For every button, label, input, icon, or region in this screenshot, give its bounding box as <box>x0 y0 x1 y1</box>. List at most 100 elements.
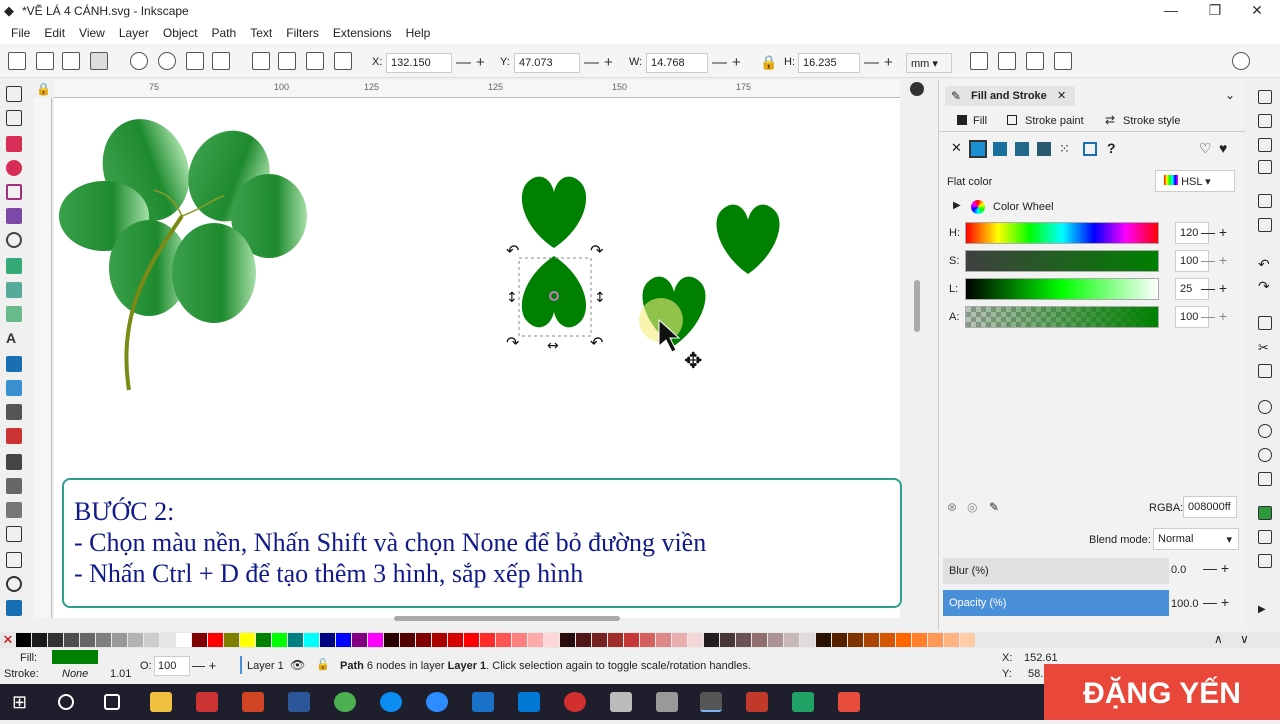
palette-swatch[interactable] <box>352 633 367 647</box>
palette-swatch[interactable] <box>400 633 415 647</box>
powerpoint-icon[interactable] <box>242 692 264 712</box>
search-icon[interactable] <box>58 694 74 710</box>
menu-path[interactable]: Path <box>205 26 244 40</box>
clover-illustration[interactable] <box>59 107 307 391</box>
camtasia-icon[interactable] <box>792 692 814 712</box>
blur-slider[interactable]: Blur (%) <box>943 558 1169 584</box>
lock-guides-icon[interactable]: 🔒 <box>36 82 51 96</box>
node-tool-icon[interactable] <box>6 110 22 126</box>
palette-swatch[interactable] <box>576 633 591 647</box>
close-tab-icon[interactable]: ✕ <box>1057 89 1066 102</box>
linear-gradient-icon[interactable] <box>993 142 1007 156</box>
palette-swatch[interactable] <box>880 633 895 647</box>
scale-corners-icon[interactable] <box>998 52 1016 70</box>
menu-view[interactable]: View <box>72 26 112 40</box>
spray-tool-icon[interactable] <box>6 478 22 494</box>
palette-swatch[interactable] <box>448 633 463 647</box>
measure-tool-icon[interactable] <box>6 552 22 568</box>
lower-to-bottom-icon[interactable] <box>334 52 352 70</box>
pencil-tool-icon[interactable] <box>6 258 22 274</box>
scale-stroke-icon[interactable] <box>970 52 988 70</box>
menu-help[interactable]: Help <box>399 26 438 40</box>
palette-swatch[interactable] <box>832 633 847 647</box>
w-minus-icon[interactable]: — <box>712 54 727 71</box>
unlink-clone-icon[interactable] <box>1258 554 1272 568</box>
flip-horizontal-icon[interactable] <box>186 52 204 70</box>
menu-edit[interactable]: Edit <box>37 26 72 40</box>
word-icon[interactable] <box>288 692 310 712</box>
acrobat-icon[interactable] <box>746 692 768 712</box>
selected-heart-shape[interactable]: ↶ ↷ ↷ ↶ ↕ ↕ ↔ <box>506 241 606 354</box>
color-picker-icon[interactable]: ✎ <box>989 500 999 514</box>
zoom-page-icon[interactable] <box>1258 448 1272 462</box>
alpha-stepper-icon[interactable]: — + <box>1201 308 1227 324</box>
saturation-slider[interactable] <box>965 250 1159 272</box>
canvas-horizontal-scrollbar[interactable] <box>394 616 620 621</box>
tab-stroke-style[interactable]: Stroke style <box>1123 115 1180 127</box>
palette-swatch[interactable] <box>240 633 255 647</box>
h-field[interactable]: 16.235 <box>798 53 860 73</box>
palette-swatch[interactable] <box>704 633 719 647</box>
fill-swatch[interactable] <box>52 650 98 664</box>
no-color-icon[interactable]: ✕ <box>0 632 16 648</box>
deselect-icon[interactable] <box>62 52 80 70</box>
palette-swatch[interactable] <box>304 633 319 647</box>
palette-swatch[interactable] <box>800 633 815 647</box>
palette-swatch[interactable] <box>912 633 927 647</box>
app-icon[interactable] <box>196 692 218 712</box>
app-icon-3[interactable] <box>610 692 632 712</box>
palette-swatch[interactable] <box>320 633 335 647</box>
undo-icon[interactable]: ↶ <box>1258 256 1272 272</box>
palette-swatch[interactable] <box>144 633 159 647</box>
palette-swatch[interactable] <box>336 633 351 647</box>
palette-swatch[interactable] <box>736 633 751 647</box>
unit-select[interactable]: mm ▾ <box>906 53 952 73</box>
snap-toggle-icon[interactable] <box>1232 52 1250 70</box>
palette-swatch[interactable] <box>784 633 799 647</box>
flat-color-icon[interactable] <box>969 140 987 158</box>
color-wheel-label[interactable]: Color Wheel <box>993 201 1054 213</box>
palette-scroll-down-icon[interactable]: ∨ <box>1240 632 1249 646</box>
y-minus-icon[interactable]: — <box>584 54 599 71</box>
palette-swatch[interactable] <box>672 633 687 647</box>
palette-swatch[interactable] <box>544 633 559 647</box>
menu-object[interactable]: Object <box>156 26 205 40</box>
new-document-icon[interactable] <box>1258 90 1272 104</box>
palette-swatch[interactable] <box>288 633 303 647</box>
palette-swatch[interactable] <box>192 633 207 647</box>
open-document-icon[interactable] <box>1258 114 1272 128</box>
zoom-corner-icon[interactable] <box>910 82 924 96</box>
ellipse-tool-icon[interactable] <box>6 160 22 176</box>
print-icon[interactable] <box>1258 160 1272 174</box>
palette-swatch[interactable] <box>928 633 943 647</box>
opacity-short-field[interactable]: 100 <box>154 656 190 676</box>
heart-shape[interactable] <box>521 176 587 248</box>
more-commands-icon[interactable]: ▶ <box>1258 604 1272 618</box>
palette-swatch[interactable] <box>432 633 447 647</box>
palette-swatch[interactable] <box>128 633 143 647</box>
rotate-ccw-icon[interactable] <box>130 52 148 70</box>
raise-icon[interactable] <box>278 52 296 70</box>
tab-fill[interactable]: Fill <box>973 115 987 127</box>
palette-swatch[interactable] <box>64 633 79 647</box>
x-minus-icon[interactable]: — <box>456 54 471 71</box>
star-tool-icon[interactable] <box>6 184 22 200</box>
palette-swatch[interactable] <box>640 633 655 647</box>
palette-swatch[interactable] <box>624 633 639 647</box>
mesh-tool-icon[interactable] <box>6 380 22 396</box>
zoom-selection-icon[interactable] <box>1258 400 1272 414</box>
menu-layer[interactable]: Layer <box>112 26 156 40</box>
transform-patterns-icon[interactable] <box>1054 52 1072 70</box>
hue-slider[interactable] <box>965 222 1159 244</box>
rgba-field[interactable]: 008000ff <box>1183 496 1237 518</box>
h-minus-icon[interactable]: — <box>864 54 879 71</box>
palette-swatch[interactable] <box>944 633 959 647</box>
tab-stroke-paint[interactable]: Stroke paint <box>1025 115 1084 127</box>
publisher-icon[interactable] <box>472 692 494 712</box>
panel-menu-chevron-icon[interactable]: ⌄ <box>1225 88 1235 102</box>
color-mode-select[interactable]: HSL ▾ <box>1155 170 1235 192</box>
palette-swatch[interactable] <box>512 633 527 647</box>
palette-swatch[interactable] <box>16 633 31 647</box>
palette-swatch[interactable] <box>608 633 623 647</box>
palette-swatch[interactable] <box>464 633 479 647</box>
